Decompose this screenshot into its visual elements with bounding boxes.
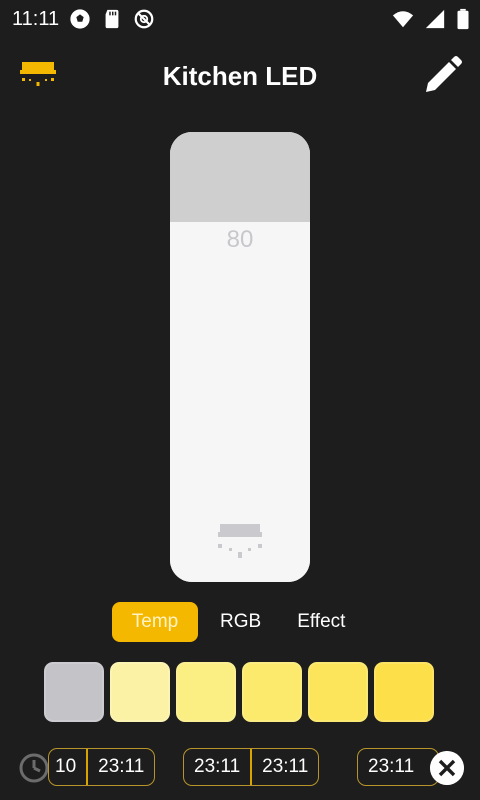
brightness-slider[interactable]: 80	[170, 132, 310, 582]
brightness-value: 80	[226, 226, 254, 253]
tab-rgb[interactable]: RGB	[206, 602, 275, 642]
ceiling-lamp-icon	[218, 524, 262, 558]
tab-temp[interactable]: Temp	[112, 602, 198, 642]
app-header: Kitchen LED	[0, 44, 480, 108]
tab-effect[interactable]: Effect	[283, 602, 359, 642]
cellular-signal-icon	[425, 9, 445, 29]
color-swatches	[44, 662, 434, 722]
color-swatch[interactable]	[176, 662, 236, 722]
timer-end: 23:11	[98, 756, 145, 777]
status-left: 11:11	[10, 8, 155, 31]
color-swatch[interactable]	[242, 662, 302, 722]
color-swatch[interactable]	[110, 662, 170, 722]
timer-end: 23:11	[262, 756, 309, 777]
timer-item[interactable]: 23:11	[357, 748, 439, 786]
status-bar: 11:11	[0, 0, 480, 38]
color-swatch[interactable]	[308, 662, 368, 722]
wifi-icon	[392, 11, 414, 28]
device-title: Kitchen LED	[162, 61, 318, 91]
pencil-icon[interactable]	[418, 52, 466, 100]
battery-icon	[457, 8, 469, 30]
color-swatch[interactable]	[44, 662, 104, 722]
timer-row: 10 23:11 23:11 23:11 23:11	[0, 746, 480, 790]
clock-icon	[19, 753, 49, 783]
mode-tabs: Temp RGB Effect	[112, 602, 359, 642]
color-swatch[interactable]	[374, 662, 434, 722]
timer-item[interactable]: 10 23:11	[48, 748, 156, 786]
timer-start: 10	[55, 756, 77, 777]
timer-start: 23:11	[368, 756, 415, 777]
soccer-ball-icon	[70, 9, 90, 29]
slider-empty-track	[170, 132, 310, 222]
do-not-disturb-icon	[134, 9, 154, 29]
close-icon[interactable]	[430, 751, 464, 785]
timer-item[interactable]: 23:11 23:11	[183, 748, 320, 786]
status-time: 11:11	[12, 7, 60, 30]
timer-start: 23:11	[194, 756, 241, 777]
sd-card-icon	[105, 9, 119, 29]
status-right	[392, 8, 470, 30]
app-screen: 11:11 Kitchen LED 80 Temp RGB Effect 10 …	[0, 0, 480, 800]
ceiling-lamp-icon[interactable]	[18, 56, 58, 96]
